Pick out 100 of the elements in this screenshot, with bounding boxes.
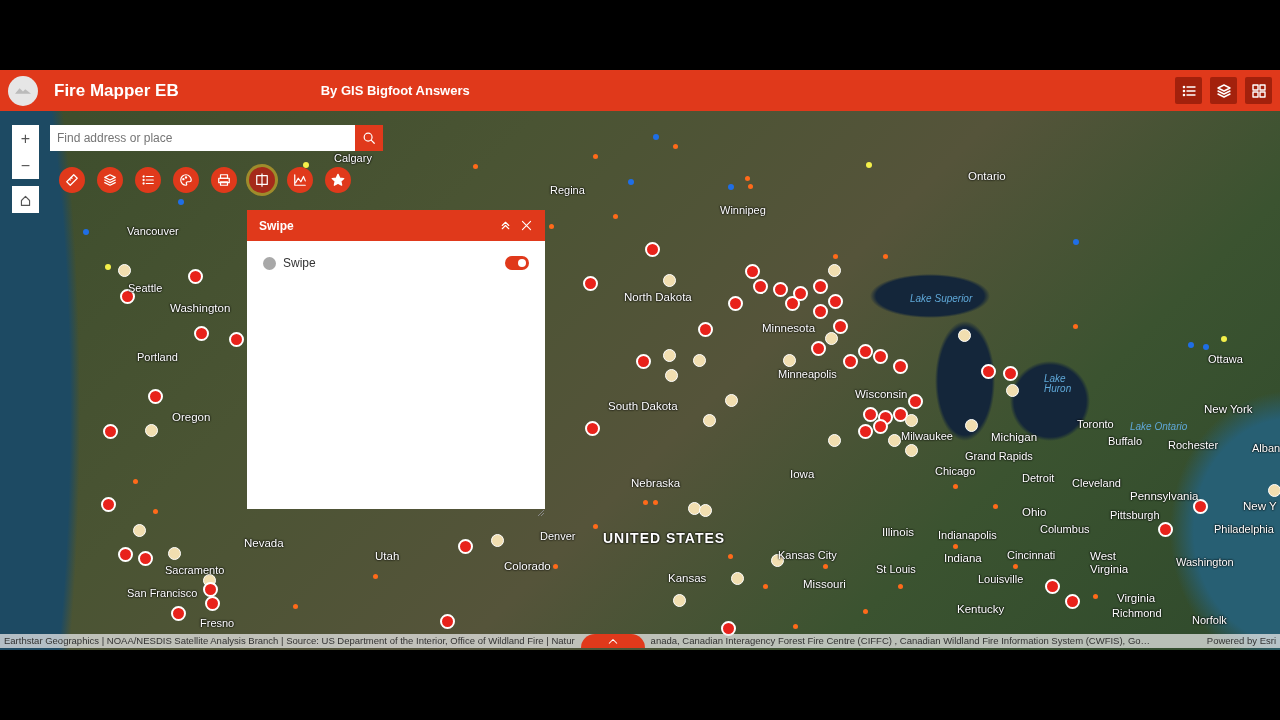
point-marker-icon[interactable] — [593, 524, 598, 529]
fire-marker-icon[interactable] — [138, 551, 153, 566]
incident-marker-icon[interactable] — [828, 264, 841, 277]
fire-marker-icon[interactable] — [833, 319, 848, 334]
line-chart-tool-button[interactable] — [287, 167, 313, 193]
search-field[interactable]: Find address or place — [50, 125, 355, 151]
fire-marker-icon[interactable] — [773, 282, 788, 297]
fire-marker-icon[interactable] — [873, 349, 888, 364]
incident-marker-icon[interactable] — [168, 547, 181, 560]
incident-marker-icon[interactable] — [1268, 484, 1280, 497]
incident-marker-icon[interactable] — [663, 349, 676, 362]
point-marker-icon[interactable] — [373, 574, 378, 579]
fire-marker-icon[interactable] — [118, 547, 133, 562]
point-marker-icon[interactable] — [898, 584, 903, 589]
fire-marker-icon[interactable] — [753, 279, 768, 294]
incident-marker-icon[interactable] — [665, 369, 678, 382]
point-marker-icon[interactable] — [653, 500, 658, 505]
point-marker-icon[interactable] — [83, 229, 89, 235]
fire-marker-icon[interactable] — [728, 296, 743, 311]
point-marker-icon[interactable] — [745, 176, 750, 181]
toggle-switch[interactable] — [505, 256, 529, 270]
point-marker-icon[interactable] — [1221, 336, 1227, 342]
incident-marker-icon[interactable] — [693, 354, 706, 367]
fire-marker-icon[interactable] — [828, 294, 843, 309]
fire-marker-icon[interactable] — [981, 364, 996, 379]
incident-marker-icon[interactable] — [905, 444, 918, 457]
fire-marker-icon[interactable] — [908, 394, 923, 409]
point-marker-icon[interactable] — [153, 509, 158, 514]
point-marker-icon[interactable] — [883, 254, 888, 259]
zoom-in-button[interactable]: + — [12, 125, 39, 152]
fire-marker-icon[interactable] — [101, 497, 116, 512]
point-marker-icon[interactable] — [593, 154, 598, 159]
fire-marker-icon[interactable] — [440, 614, 455, 629]
incident-marker-icon[interactable] — [725, 394, 738, 407]
fire-marker-icon[interactable] — [103, 424, 118, 439]
incident-marker-icon[interactable] — [663, 274, 676, 287]
fire-marker-icon[interactable] — [873, 419, 888, 434]
fire-marker-icon[interactable] — [893, 407, 908, 422]
fire-marker-icon[interactable] — [585, 421, 600, 436]
zoom-out-button[interactable]: − — [12, 152, 39, 179]
point-marker-icon[interactable] — [728, 184, 734, 190]
fire-marker-icon[interactable] — [1065, 594, 1080, 609]
fire-marker-icon[interactable] — [645, 242, 660, 257]
list-tool-button[interactable] — [135, 167, 161, 193]
point-marker-icon[interactable] — [953, 544, 958, 549]
incident-marker-icon[interactable] — [703, 414, 716, 427]
close-button[interactable] — [520, 219, 533, 232]
fire-marker-icon[interactable] — [583, 276, 598, 291]
resize-handle-icon[interactable] — [536, 508, 545, 518]
fire-marker-icon[interactable] — [813, 279, 828, 294]
fire-marker-icon[interactable] — [843, 354, 858, 369]
printer-tool-button[interactable] — [211, 167, 237, 193]
point-marker-icon[interactable] — [613, 214, 618, 219]
point-marker-icon[interactable] — [293, 604, 298, 609]
point-marker-icon[interactable] — [643, 500, 648, 505]
point-marker-icon[interactable] — [793, 624, 798, 629]
fire-marker-icon[interactable] — [745, 264, 760, 279]
incident-marker-icon[interactable] — [118, 264, 131, 277]
point-marker-icon[interactable] — [628, 179, 634, 185]
grid-button[interactable] — [1245, 77, 1272, 104]
point-marker-icon[interactable] — [763, 584, 768, 589]
incident-marker-icon[interactable] — [828, 434, 841, 447]
legend-list-button[interactable] — [1175, 77, 1202, 104]
point-marker-icon[interactable] — [863, 609, 868, 614]
point-marker-icon[interactable] — [553, 564, 558, 569]
fire-marker-icon[interactable] — [785, 296, 800, 311]
fire-marker-icon[interactable] — [813, 304, 828, 319]
fire-marker-icon[interactable] — [698, 322, 713, 337]
fire-marker-icon[interactable] — [811, 341, 826, 356]
star-tool-button[interactable] — [325, 167, 351, 193]
fire-marker-icon[interactable] — [171, 606, 186, 621]
fire-marker-icon[interactable] — [1045, 579, 1060, 594]
point-marker-icon[interactable] — [748, 184, 753, 189]
point-marker-icon[interactable] — [993, 504, 998, 509]
point-marker-icon[interactable] — [133, 479, 138, 484]
incident-marker-icon[interactable] — [491, 534, 504, 547]
incident-marker-icon[interactable] — [965, 419, 978, 432]
point-marker-icon[interactable] — [1093, 594, 1098, 599]
point-marker-icon[interactable] — [1013, 564, 1018, 569]
fire-marker-icon[interactable] — [858, 344, 873, 359]
search-button[interactable] — [355, 125, 383, 151]
point-marker-icon[interactable] — [1203, 344, 1209, 350]
incident-marker-icon[interactable] — [905, 414, 918, 427]
point-marker-icon[interactable] — [866, 162, 872, 168]
point-marker-icon[interactable] — [1073, 239, 1079, 245]
point-marker-icon[interactable] — [728, 554, 733, 559]
fire-marker-icon[interactable] — [203, 582, 218, 597]
fire-marker-icon[interactable] — [194, 326, 209, 341]
point-marker-icon[interactable] — [953, 484, 958, 489]
layers-button[interactable] — [1210, 77, 1237, 104]
incident-marker-icon[interactable] — [688, 502, 701, 515]
point-marker-icon[interactable] — [1188, 342, 1194, 348]
home-button[interactable] — [12, 186, 39, 213]
incident-marker-icon[interactable] — [783, 354, 796, 367]
incident-marker-icon[interactable] — [145, 424, 158, 437]
point-marker-icon[interactable] — [833, 254, 838, 259]
fire-marker-icon[interactable] — [1003, 366, 1018, 381]
ruler-tool-button[interactable] — [59, 167, 85, 193]
incident-marker-icon[interactable] — [1006, 384, 1019, 397]
collapse-button[interactable] — [499, 219, 512, 232]
